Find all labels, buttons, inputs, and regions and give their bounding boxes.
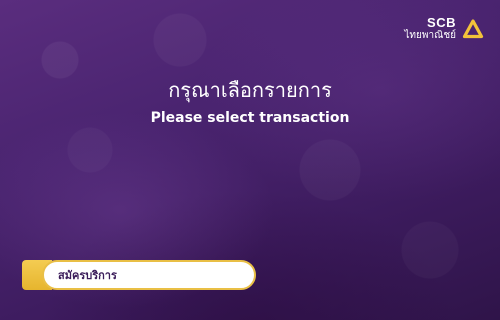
page-title-thai: กรุณาเลือกรายการ — [168, 78, 332, 102]
brand-name: SCB — [427, 15, 456, 30]
page-title-english: Please select transaction — [150, 110, 350, 126]
register-service-label: สมัครบริการ — [58, 269, 117, 282]
register-service-button[interactable]: สมัครบริการ — [22, 260, 256, 290]
atm-screen: SCB ไทยพาณิชย์ กรุณาเลือกรายการ Please s… — [0, 0, 500, 320]
brand-text: SCB ไทยพาณิชย์ — [404, 16, 456, 41]
brand-header: SCB ไทยพาณิชย์ — [404, 16, 484, 41]
scb-logo-icon — [462, 18, 484, 38]
brand-name-thai: ไทยพาณิชย์ — [404, 30, 456, 41]
button-body: สมัครบริการ — [42, 260, 256, 290]
